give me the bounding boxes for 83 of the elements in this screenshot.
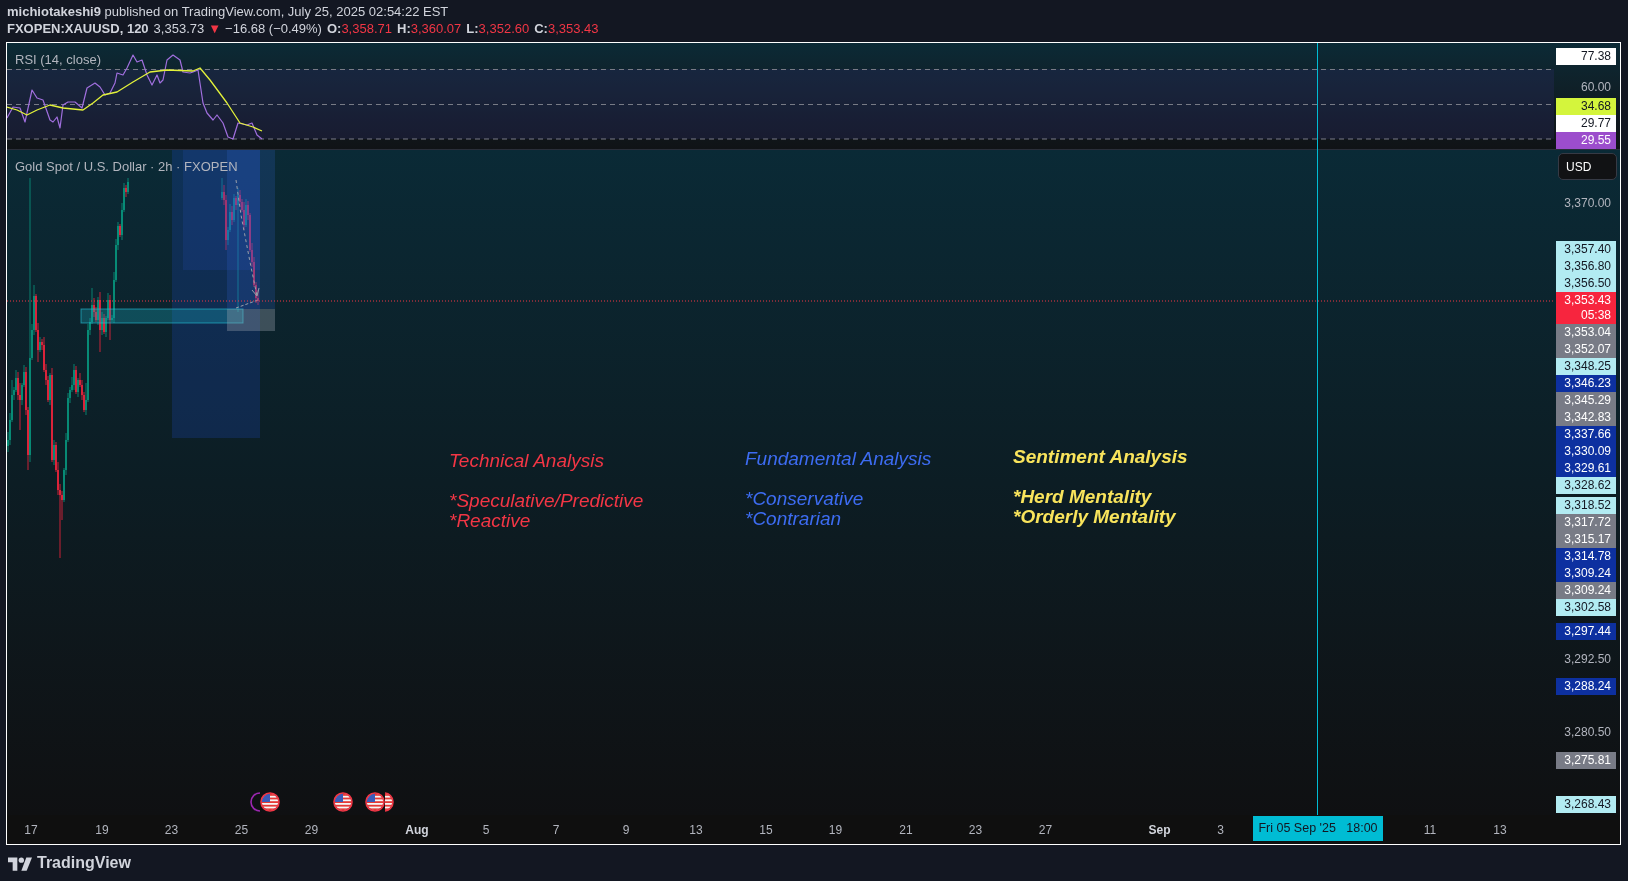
price-label: 3,314.78 [1556, 548, 1616, 565]
annotation-title: Technical Analysis [449, 451, 605, 471]
price-label: 3,346.23 [1556, 375, 1616, 392]
time-axis-label: 5 [482, 822, 490, 838]
price-label: 3,309.24 [1556, 582, 1616, 599]
triangle-icon: ▼ [208, 20, 222, 37]
annotation-title: Fundamental Analysis [745, 449, 932, 469]
time-axis-label: 23 [164, 822, 179, 838]
price-label: 3,302.58 [1556, 599, 1616, 616]
price-label: 34.68 [1556, 98, 1616, 115]
symbol-legend: Gold Spot / U.S. Dollar · 2h · FXOPEN [15, 159, 238, 175]
annotation-item: *Contrarian [745, 509, 843, 529]
symbol-label: FXOPEN:XAUUSD, 120 [7, 20, 149, 37]
time-axis-label: 17 [24, 822, 38, 838]
last-price: 3,353.73 [153, 20, 205, 37]
crosshair-time-label: Fri 05 Sep '25 18:00 [1253, 816, 1383, 841]
ohlc-value: 3,352.60 [478, 20, 530, 37]
annotation-item: *Conservative [745, 489, 865, 509]
indicator-title: RSI (14, close) [15, 52, 101, 68]
annotation-item: *Herd Mentality [1013, 487, 1153, 507]
price-label: 3,288.24 [1556, 678, 1616, 695]
price-label: 3,356.80 [1556, 258, 1616, 275]
price-label: 3,297.44 [1556, 623, 1616, 640]
price-label: 77.38 [1556, 48, 1616, 65]
time-axis-label: 23 [968, 822, 983, 838]
logo-text: TradingView [37, 853, 131, 873]
time-axis-label: 7 [552, 822, 560, 838]
price-label: 3,268.43 [1556, 796, 1616, 813]
currency-button[interactable]: USD [1558, 153, 1617, 180]
annotation-item: *Orderly Mentality [1013, 507, 1177, 527]
axis-tick-label: 3,370.00 [1563, 194, 1612, 212]
price-label: 3,318.52 [1556, 497, 1616, 514]
price-label: 3,342.83 [1556, 409, 1616, 426]
ohlc-label: C: [534, 20, 548, 37]
time-axis-label: 9 [622, 822, 630, 838]
time-axis-label: 11 [1423, 822, 1437, 838]
axis-tick-label: 3,292.50 [1563, 650, 1612, 668]
price-label: 3,275.81 [1556, 752, 1616, 769]
price-label: 29.55 [1556, 132, 1616, 149]
price-label: 3,345.29 [1556, 392, 1616, 409]
price-label: 3,337.66 [1556, 426, 1616, 443]
annotation-title: Sentiment Analysis [1013, 447, 1188, 467]
price-label: 29.77 [1556, 115, 1616, 132]
price-label: 3,309.24 [1556, 565, 1616, 582]
price-label: 3,357.40 [1556, 241, 1616, 258]
time-axis-label: 21 [899, 822, 913, 838]
time-axis-label: 15 [759, 822, 773, 838]
axis-tick-label: 60.00 [1579, 78, 1612, 96]
annotation-item: *Reactive [449, 511, 531, 531]
price-change: −16.68 (−0.49%) [225, 20, 322, 37]
lower-zone-shading [227, 309, 275, 331]
ohlc-value: 3,353.43 [547, 20, 599, 37]
ohlc-value: 3,358.71 [341, 20, 392, 37]
countdown-label: 05:38 [1556, 307, 1616, 324]
author-byline: michiotakeshi9 published on TradingView.com, July 25, 2025 02:54:22 EST [7, 4, 449, 21]
price-label: 3,352.07 [1556, 341, 1616, 358]
ohlc-label: L: [466, 20, 479, 37]
time-axis-label: 13 [689, 822, 703, 838]
flag-icon[interactable] [333, 792, 353, 812]
time-axis-label: 13 [1493, 822, 1507, 838]
axis-tick-label: 3,280.50 [1563, 723, 1612, 741]
time-axis-label: 19 [95, 822, 109, 838]
annotation-item: *Speculative/Predictive [449, 491, 644, 511]
flag-icon[interactable] [260, 792, 280, 812]
ohlc-label: H: [397, 20, 411, 37]
time-axis-label: 25 [234, 822, 249, 838]
price-label: 3,330.09 [1556, 443, 1616, 460]
time-axis-label: 3 [1217, 822, 1224, 838]
price-label: 3,328.62 [1556, 477, 1616, 494]
time-axis-label: 19 [828, 822, 843, 838]
price-label: 3,356.50 [1556, 275, 1616, 292]
ohlc-value: 3,360.07 [410, 20, 462, 37]
price-label: 3,315.17 [1556, 531, 1616, 548]
time-axis-label: Aug [405, 822, 429, 838]
logo-icon [8, 855, 32, 871]
price-label: 3,317.72 [1556, 514, 1616, 531]
ohlc-label: O: [326, 20, 342, 37]
time-axis-label: 27 [1038, 822, 1053, 838]
price-label: 3,353.04 [1556, 324, 1616, 341]
price-label: 3,329.61 [1556, 460, 1616, 477]
time-axis-label: 29 [304, 822, 319, 838]
time-axis-label: Sep [1148, 822, 1171, 838]
price-label: 3,348.25 [1556, 358, 1616, 375]
